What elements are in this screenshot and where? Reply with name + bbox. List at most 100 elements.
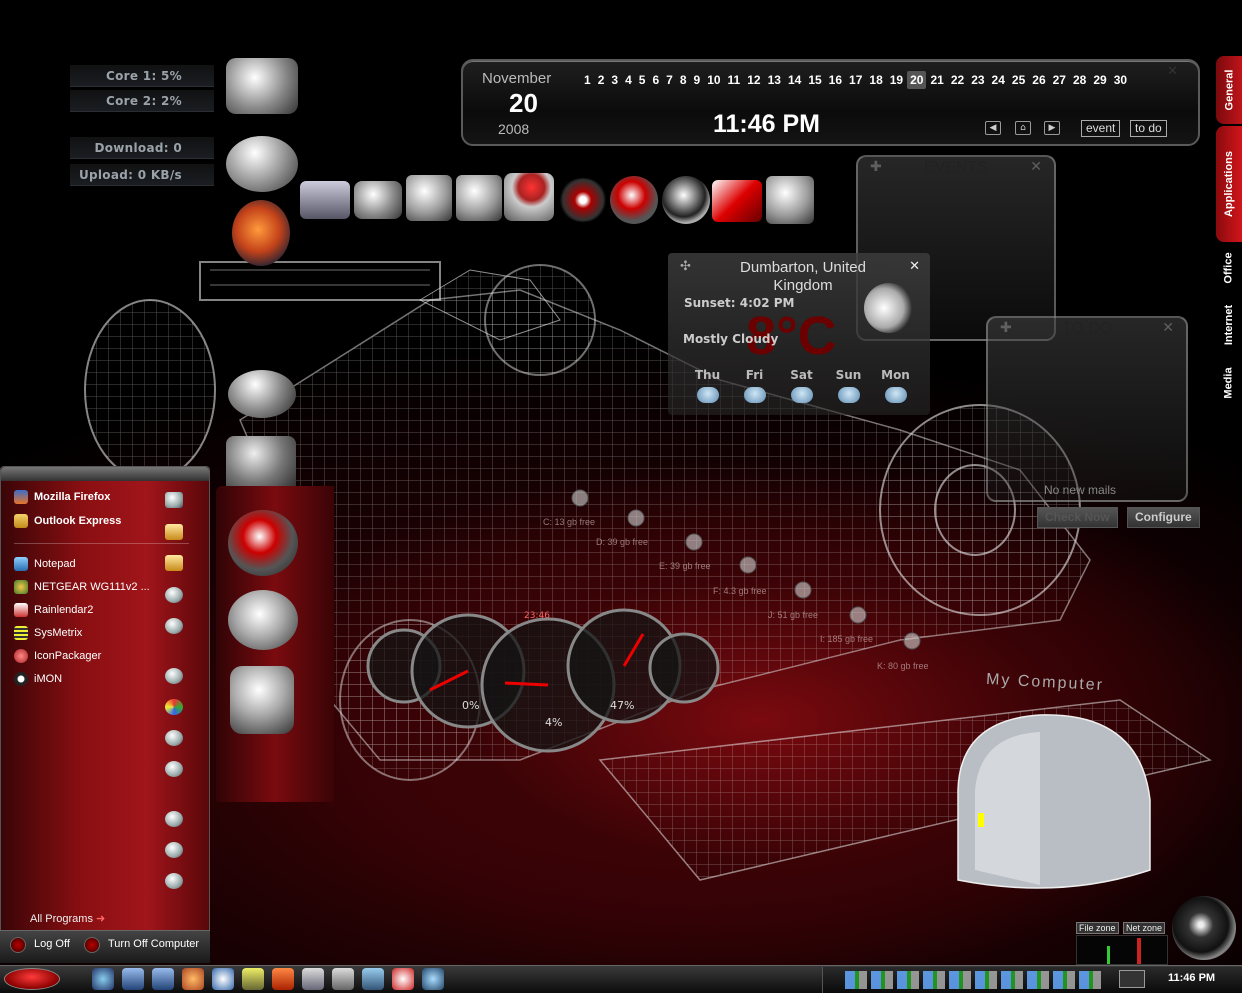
start-button[interactable]	[4, 968, 60, 990]
itunes-icon[interactable]	[662, 176, 710, 224]
calendar-day-13[interactable]: 13	[765, 71, 784, 89]
documents-icon[interactable]	[165, 492, 183, 508]
explorer-icon[interactable]	[122, 968, 144, 990]
calendar-day-19[interactable]: 19	[887, 71, 906, 89]
calendar-day-16[interactable]: 16	[826, 71, 845, 89]
drive-f-label[interactable]: F: 4.3 gb free	[713, 586, 767, 596]
start-item-netgear[interactable]: NETGEAR WG111v2 ...	[14, 578, 150, 596]
run-icon[interactable]	[165, 842, 183, 858]
first-aid-icon[interactable]	[504, 173, 554, 221]
tray-icons[interactable]	[845, 971, 1105, 989]
calendar-day-24[interactable]: 24	[989, 71, 1008, 89]
settings-icon[interactable]	[165, 873, 183, 889]
calendar-day-30[interactable]: 30	[1111, 71, 1130, 89]
calendar-day-20[interactable]: 20	[907, 71, 927, 89]
firefox-icon[interactable]	[232, 200, 290, 266]
event-button[interactable]: event	[1081, 120, 1121, 137]
configure-button[interactable]: Configure	[1127, 507, 1200, 528]
tray-clock[interactable]: 11:46 PM	[1168, 972, 1215, 984]
control-panel-icon[interactable]	[165, 668, 183, 684]
flash-icon[interactable]	[712, 180, 762, 222]
globe-icon[interactable]	[422, 968, 444, 990]
speaker-icon[interactable]	[1172, 896, 1236, 960]
calendar-day-14[interactable]: 14	[785, 71, 804, 89]
calendar-day-25[interactable]: 25	[1009, 71, 1028, 89]
calendar-close-icon[interactable]: ✕	[1167, 64, 1178, 79]
calendar-day-4[interactable]: 4	[622, 71, 635, 89]
turn-off-button[interactable]: Turn Off Computer	[108, 938, 199, 950]
calendar-day-6[interactable]: 6	[649, 71, 662, 89]
drive-i-label[interactable]: I: 185 gb free	[820, 634, 873, 644]
calendar-day-22[interactable]: 22	[948, 71, 967, 89]
drive-d-label[interactable]: D: 39 gb free	[596, 537, 648, 547]
prev-month-button[interactable]: ◀	[985, 121, 1001, 135]
calendar-day-23[interactable]: 23	[968, 71, 987, 89]
tray-clock-icon[interactable]	[1119, 970, 1145, 988]
start-item-rainlendar[interactable]: Rainlendar2	[14, 601, 93, 619]
calendar-day-27[interactable]: 27	[1050, 71, 1069, 89]
calendar-day-10[interactable]: 10	[704, 71, 723, 89]
set-defaults-icon[interactable]	[165, 699, 183, 715]
mousepad-icon[interactable]	[354, 181, 402, 219]
drive-k-label[interactable]: K: 80 gb free	[877, 661, 929, 671]
computer-icon[interactable]	[165, 587, 183, 603]
help-icon[interactable]	[165, 761, 183, 777]
calendar-day-7[interactable]: 7	[663, 71, 676, 89]
drive-c-label[interactable]: C: 13 gb free	[543, 517, 595, 527]
calendar-day-9[interactable]: 9	[691, 71, 704, 89]
tab-office[interactable]: Office	[1216, 244, 1242, 292]
joystick-2-icon[interactable]	[456, 175, 502, 221]
calendar-day-17[interactable]: 17	[846, 71, 865, 89]
start-item-iconpackager[interactable]: IconPackager	[14, 647, 101, 665]
drive-j-label[interactable]: J: 51 gb free	[768, 610, 818, 620]
helmet-launcher-icon[interactable]	[228, 590, 298, 650]
calendar-day-1[interactable]: 1	[581, 71, 594, 89]
acrobat-icon[interactable]	[558, 178, 608, 222]
joystick-icon[interactable]	[406, 175, 452, 221]
calendar-day-11[interactable]: 11	[725, 71, 744, 89]
check-now-button[interactable]: Check Now	[1037, 507, 1118, 528]
calendar-day-29[interactable]: 29	[1090, 71, 1109, 89]
adobe-launcher-icon[interactable]	[228, 510, 298, 576]
calendar-day-28[interactable]: 28	[1070, 71, 1089, 89]
calendar-day-8[interactable]: 8	[677, 71, 690, 89]
pictures-icon[interactable]	[165, 524, 183, 540]
calendar-day-5[interactable]: 5	[636, 71, 649, 89]
weather-move-icon[interactable]: ✣	[680, 259, 691, 274]
tab-general[interactable]: General	[1216, 56, 1242, 124]
steering-wheel-icon[interactable]	[226, 58, 298, 114]
printers-icon[interactable]	[165, 730, 183, 746]
record-icon[interactable]	[392, 968, 414, 990]
music-icon[interactable]	[165, 555, 183, 571]
drive-icon[interactable]	[300, 181, 350, 219]
tool-icon[interactable]	[242, 968, 264, 990]
calendar-day-26[interactable]: 26	[1029, 71, 1048, 89]
file-zone-label[interactable]: File zone	[1076, 922, 1119, 934]
start-item-firefox[interactable]: Mozilla Firefox	[14, 488, 110, 506]
helmet-icon[interactable]	[226, 136, 298, 192]
network-places-icon[interactable]	[165, 618, 183, 634]
tab-media[interactable]: Media	[1216, 358, 1242, 408]
search-icon[interactable]	[165, 811, 183, 827]
calendar-day-2[interactable]: 2	[595, 71, 608, 89]
tab-internet[interactable]: Internet	[1216, 294, 1242, 356]
events-close-icon[interactable]: ✕	[1030, 159, 1042, 175]
tab-applications[interactable]: Applications	[1216, 126, 1242, 242]
todo-close-icon[interactable]: ✕	[1162, 320, 1174, 336]
archive-icon[interactable]	[272, 968, 294, 990]
calendar-day-12[interactable]: 12	[744, 71, 763, 89]
next-month-button[interactable]: ▶	[1044, 121, 1060, 135]
adobe-icon[interactable]	[610, 176, 658, 224]
calendar-day-3[interactable]: 3	[608, 71, 621, 89]
todo-button[interactable]: to do	[1130, 120, 1167, 137]
calendar-day-21[interactable]: 21	[927, 71, 946, 89]
net-zone-label[interactable]: Net zone	[1123, 922, 1166, 934]
calendar-day-18[interactable]: 18	[866, 71, 885, 89]
calendar-day-15[interactable]: 15	[805, 71, 824, 89]
firefox-quick-icon[interactable]	[182, 968, 204, 990]
log-off-button[interactable]: Log Off	[34, 938, 70, 950]
network-quick-icon[interactable]	[362, 968, 384, 990]
mouse-icon[interactable]	[228, 370, 296, 418]
all-programs-button[interactable]: All Programs ➜	[30, 912, 105, 925]
weather-close-icon[interactable]: ✕	[909, 259, 920, 274]
